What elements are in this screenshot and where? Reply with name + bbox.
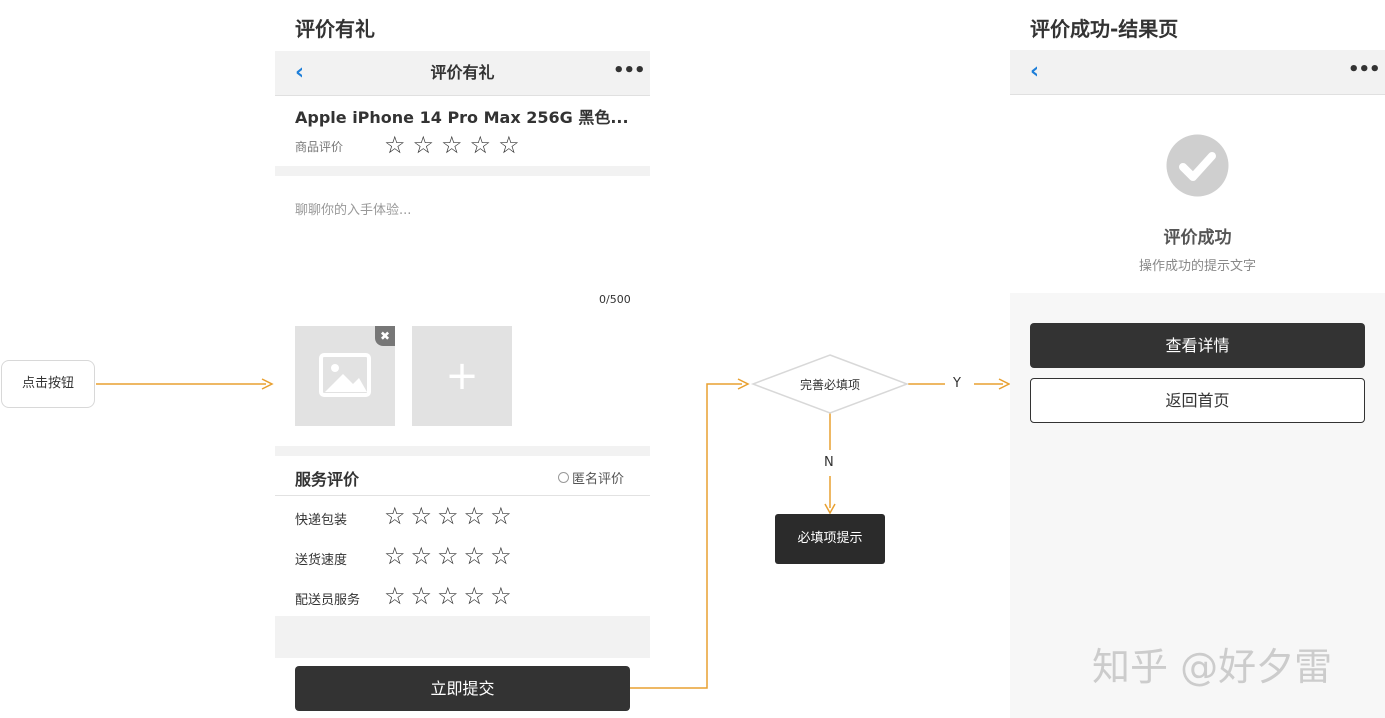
back-home-button[interactable]: 返回首页 xyxy=(1030,378,1365,423)
error-node: 必填项提示 xyxy=(775,514,885,564)
yes-label: Y xyxy=(953,376,961,391)
decision-label: 完善必填项 xyxy=(799,378,860,392)
watermark: 知乎 @好夕雷 xyxy=(1092,645,1333,689)
start-node: 点击按钮 xyxy=(1,360,95,408)
more-icon[interactable]: ••• xyxy=(1348,50,1381,90)
success-description: 操作成功的提示文字 xyxy=(1138,259,1256,274)
right-page-title: 评价成功-结果页 xyxy=(1030,17,1179,41)
success-check-icon xyxy=(1166,134,1229,197)
success-title: 评价成功 xyxy=(1163,228,1232,248)
right-nav-bar: ‹ ••• xyxy=(1010,50,1385,95)
view-details-button[interactable]: 查看详情 xyxy=(1030,323,1365,368)
no-label: N xyxy=(824,455,834,470)
back-icon[interactable]: ‹ xyxy=(1030,50,1039,94)
connector-submit xyxy=(630,383,742,689)
